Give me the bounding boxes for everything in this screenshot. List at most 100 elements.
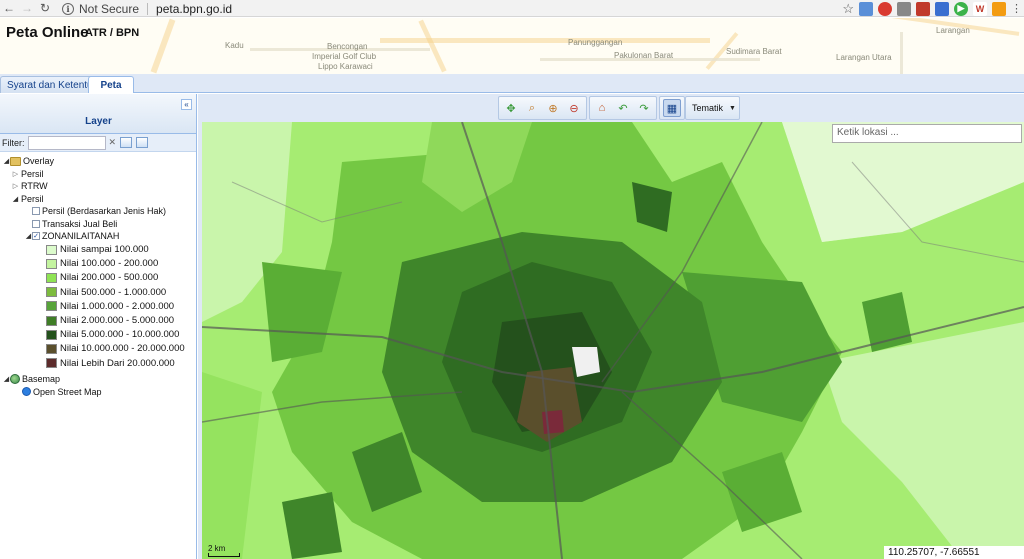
tree-node-zonanilaitanah[interactable]: ◢ ✓ ZONANILAITANAH [0,230,196,243]
legend-item: Nilai Lebih Dari 20.000.000 [0,356,196,370]
layer-checkbox-checked[interactable]: ✓ [32,232,40,241]
tree-node-label: Open Street Map [33,386,102,397]
map-panel: ✥ ⌕ ⊕ ⊖ ⌂ ↶ ↷ ▦ Tematik ▼ Ketik lokasi .… [198,94,1024,559]
identify-icon[interactable]: ▦ [663,99,681,117]
tree-node-label: Basemap [22,374,61,385]
scale-bar: 2 km [208,544,240,557]
tree-node-rtrw[interactable]: ▷ RTRW [0,180,196,193]
map-canvas[interactable]: Ketik lokasi ... 2 km 110.25707, -7.6655… [202,122,1024,559]
expand-all-icon[interactable] [120,137,133,148]
adblock-icon[interactable] [878,1,892,16]
header-place: Larangan Utara [836,53,892,62]
legend-item: Nilai 2.000.000 - 5.000.000 [0,313,196,327]
zoom-in-icon[interactable]: ⊕ [544,99,562,117]
legend-item: Nilai 100.000 - 200.000 [0,257,196,271]
land-value-map [202,122,1024,559]
collapse-all-icon[interactable] [136,137,149,148]
header-place: Kadu [225,41,244,50]
expand-down-icon[interactable]: ◢ [12,195,19,203]
menu-icon[interactable]: ⋮ [1011,2,1022,15]
legend-item: Nilai 500.000 - 1.000.000 [0,285,196,299]
layer-panel: « Layer Filter: ✕ ◢ Overlay ▷ Persil ▷ R… [0,94,197,559]
filter-row: Filter: ✕ [0,134,196,152]
filter-input[interactable] [27,135,106,150]
chevron-down-icon: ▼ [729,104,736,112]
tematik-menu[interactable]: Tematik ▼ [685,96,740,120]
legend-label: Nilai 1.000.000 - 2.000.000 [60,300,175,312]
forward-icon[interactable]: → [18,0,36,16]
expand-down-icon[interactable]: ◢ [25,232,32,240]
tab-bar: Syarat dan Ketentuan Peta [0,74,1024,93]
tab-peta[interactable]: Peta [88,76,134,93]
extensions-row: ☆ ▶ W ⋮ [842,0,1022,17]
url-text[interactable]: peta.bpn.go.id [156,2,232,16]
pan-icon[interactable]: ✥ [502,99,520,117]
tree-node-label: RTRW [21,181,48,192]
header-place: Imperial Golf Club [312,52,377,61]
legend-label: Nilai Lebih Dari 20.000.000 [60,357,175,369]
collapse-panel-icon[interactable]: « [181,99,192,110]
tree-node-persil[interactable]: ▷ Persil [0,168,196,181]
layer-tree: ◢ Overlay ▷ Persil ▷ RTRW ◢ Persil Persi… [0,152,196,398]
filter-label: Filter: [2,137,25,148]
clear-filter-icon[interactable]: ✕ [109,137,117,148]
layer-panel-header: « Layer [0,94,196,134]
legend-swatch [46,329,57,340]
expand-right-icon[interactable]: ▷ [12,182,19,190]
legend-swatch [46,272,57,283]
zoom-box-icon[interactable]: ⌕ [523,99,541,117]
play-icon[interactable]: ▶ [954,1,968,16]
tree-node-label: ZONANILAITANAH [42,231,120,242]
layer-panel-title: Layer [85,116,112,127]
legend-item: Nilai 1.000.000 - 2.000.000 [0,299,196,313]
address-bar[interactable]: i Not Secure peta.bpn.go.id [62,0,232,17]
app-subtitle: ATR / BPN [85,27,140,39]
tree-node-persil-group[interactable]: ◢ Persil [0,193,196,206]
extension-e-icon[interactable] [935,1,949,16]
history-tools: ⌂ ↶ ↷ [589,96,657,120]
legend-swatch [46,315,57,326]
tree-node-label: Overlay [23,156,55,167]
extension-h-icon[interactable] [992,1,1006,16]
layer-checkbox[interactable] [32,207,40,216]
basemap-radio[interactable] [22,387,31,397]
expand-down-icon[interactable]: ◢ [3,157,10,165]
address-separator [147,2,149,15]
reload-icon[interactable]: ↻ [36,0,54,16]
undo-icon[interactable]: ↶ [614,99,632,117]
location-search-input[interactable]: Ketik lokasi ... [832,124,1022,143]
star-icon[interactable]: ☆ [842,1,854,17]
tree-node-persil-jenis-hak[interactable]: Persil (Berdasarkan Jenis Hak) [0,205,196,218]
legend-label: Nilai 200.000 - 500.000 [60,272,159,284]
header-place: Panunggangan [568,38,623,47]
legend-swatch [46,258,57,269]
tree-node-transaksi[interactable]: Transaksi Jual Beli [0,218,196,231]
tree-node-open-street-map[interactable]: Open Street Map [0,386,196,399]
info-tools: ▦ [659,96,685,120]
extension-c-icon[interactable] [897,1,911,16]
home-icon[interactable]: ⌂ [593,99,611,117]
legend-label: Nilai 500.000 - 1.000.000 [60,286,167,298]
legend-item: Nilai 5.000.000 - 10.000.000 [0,328,196,342]
tematik-button[interactable]: Tematik [689,103,726,113]
expand-right-icon[interactable]: ▷ [12,170,19,178]
tree-node-overlay[interactable]: ◢ Overlay [0,155,196,168]
extension-a-icon[interactable] [859,1,873,16]
scale-label: 2 km [208,544,226,553]
w-extension-icon[interactable]: W [973,1,987,16]
extension-d-icon[interactable] [916,1,930,16]
tree-node-basemap[interactable]: ◢ Basemap [0,373,196,386]
legend-label: Nilai 5.000.000 - 10.000.000 [60,329,180,341]
legend-swatch [46,343,57,354]
layer-checkbox[interactable] [32,219,40,228]
legend-swatch [46,358,57,369]
redo-icon[interactable]: ↷ [635,99,653,117]
legend-label: Nilai 100.000 - 200.000 [60,258,159,270]
expand-down-icon[interactable]: ◢ [3,375,10,383]
info-icon[interactable]: i [62,2,74,15]
legend-label: Nilai 2.000.000 - 5.000.000 [60,315,175,327]
zoom-out-icon[interactable]: ⊖ [565,99,583,117]
back-icon[interactable]: ← [0,0,18,16]
header-place: Bencongan [327,42,368,51]
header-place: Lippo Karawaci [318,62,373,71]
